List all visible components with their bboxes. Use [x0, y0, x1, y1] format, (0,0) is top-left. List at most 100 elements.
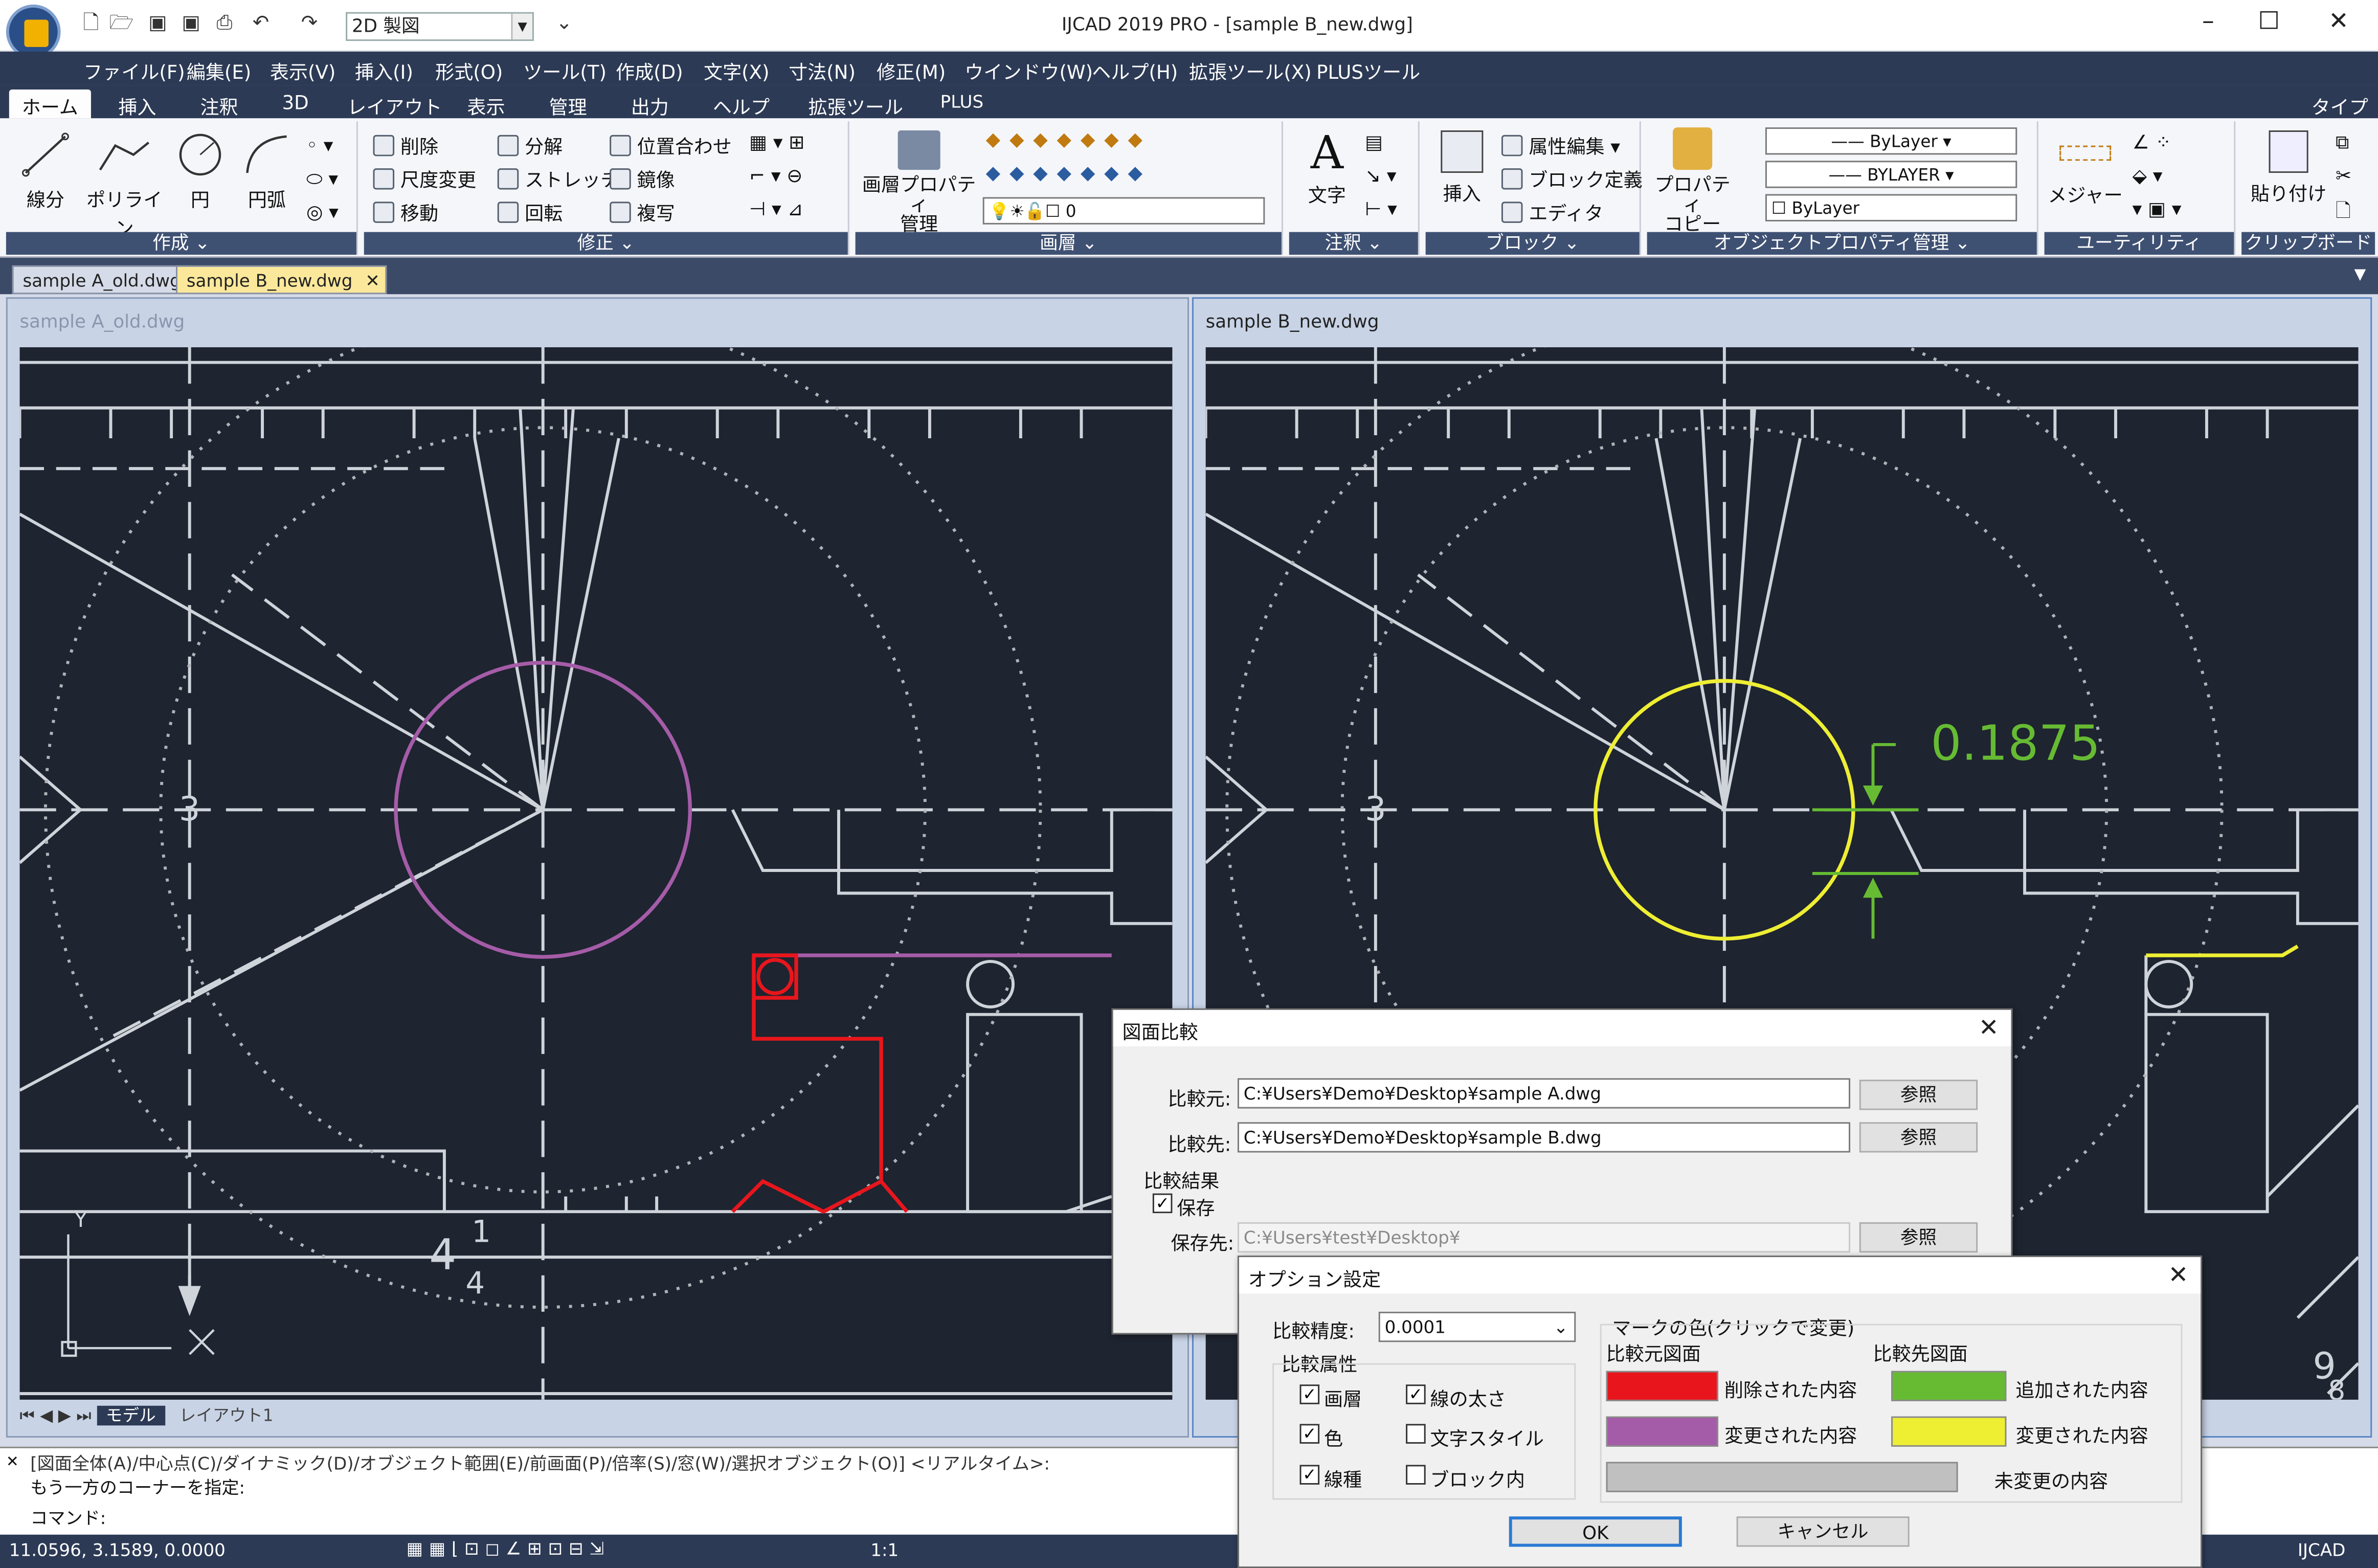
- tab-3d[interactable]: 3D: [273, 89, 318, 118]
- arc-button[interactable]: 円弧: [234, 130, 300, 212]
- align-button[interactable]: 位置合わせ: [610, 130, 732, 159]
- copy-button[interactable]: 複写: [610, 197, 675, 226]
- explode-button[interactable]: 分解: [497, 130, 563, 159]
- ribbon-type-toggle[interactable]: タイプ: [2302, 89, 2377, 118]
- open-icon[interactable]: 🗁: [109, 12, 134, 36]
- app-logo[interactable]: [6, 4, 61, 59]
- linetype-dropdown[interactable]: —— BYLAYER ▾: [1765, 161, 2017, 188]
- scale-button[interactable]: 尺度変更: [373, 164, 476, 192]
- circle-button[interactable]: 円: [170, 130, 231, 212]
- menu-edit[interactable]: 編集(E): [187, 56, 252, 85]
- block-define-button[interactable]: ブロック定義: [1501, 164, 1643, 192]
- erase-button[interactable]: 削除: [373, 130, 438, 159]
- unchanged-color-swatch[interactable]: [1606, 1462, 1958, 1492]
- changed-dst-color-swatch[interactable]: [1891, 1416, 2007, 1447]
- tab-view[interactable]: 表示: [458, 89, 514, 118]
- model-tab[interactable]: モデル: [96, 1406, 165, 1426]
- target-browse-button[interactable]: 参照: [1859, 1122, 1978, 1153]
- menu-draw[interactable]: 作成(D): [616, 56, 683, 85]
- menu-window[interactable]: ウインドウ(W): [964, 56, 1093, 85]
- command-close-icon[interactable]: ✕: [6, 1454, 19, 1471]
- precision-select[interactable]: 0.0001 ⌄: [1378, 1311, 1576, 1342]
- fillet-icon[interactable]: ⌐ ▾ ⊖: [749, 164, 802, 186]
- util-tools-row3[interactable]: ▾ ▣ ▾: [2133, 197, 2182, 219]
- undo-icon[interactable]: ↶: [249, 12, 273, 36]
- minimize-button[interactable]: –: [2178, 6, 2239, 35]
- target-path-input[interactable]: C:¥Users¥Demo¥Desktop¥sample B.dwg: [1237, 1122, 1851, 1153]
- close-tab-icon[interactable]: ✕: [365, 270, 380, 292]
- new-icon[interactable]: 🗋: [79, 12, 103, 36]
- color-dropdown[interactable]: —— ByLayer ▾: [1765, 127, 2017, 155]
- save-icon[interactable]: ▣: [146, 12, 170, 36]
- deleted-color-swatch[interactable]: [1606, 1371, 1719, 1401]
- trim-icon[interactable]: ⊣ ▾ ⊿: [749, 197, 803, 219]
- save-dest-input[interactable]: C:¥Users¥test¥Desktop¥: [1237, 1222, 1851, 1253]
- added-color-swatch[interactable]: [1891, 1371, 2007, 1401]
- tab-help[interactable]: ヘルプ: [704, 89, 779, 118]
- tab-annotate[interactable]: 注釈: [191, 89, 248, 118]
- source-browse-button[interactable]: 参照: [1859, 1080, 1978, 1110]
- util-tools-row1[interactable]: ∠ ⁘: [2133, 130, 2171, 153]
- menu-format[interactable]: 形式(O): [435, 56, 503, 85]
- tab-plus[interactable]: PLUS: [931, 89, 993, 118]
- rotate-button[interactable]: 回転: [497, 197, 563, 226]
- menu-dimension[interactable]: 寸法(N): [789, 56, 856, 85]
- tab-layout[interactable]: レイアウト: [338, 89, 451, 118]
- layer-properties-button[interactable]: 画層プロパティ 管理: [859, 130, 980, 234]
- source-path-input[interactable]: C:¥Users¥Demo¥Desktop¥sample A.dwg: [1237, 1078, 1851, 1109]
- nav-arrows-icon[interactable]: ⏮ ◀ ▶ ⏭: [20, 1406, 92, 1426]
- stretch-button[interactable]: ストレッチ: [497, 164, 619, 192]
- util-tools-row2[interactable]: ⬙ ▾: [2133, 164, 2163, 186]
- redo-icon[interactable]: ↷: [297, 12, 321, 36]
- dimension-text[interactable]: 0.1875: [1931, 715, 2100, 772]
- menu-plus-tools[interactable]: PLUSツール: [1316, 56, 1420, 85]
- paste-button[interactable]: 貼り付け: [2245, 130, 2332, 206]
- measure-button[interactable]: メジャー: [2048, 130, 2123, 208]
- tab-ext-tools[interactable]: 拡張ツール: [799, 89, 912, 118]
- menu-modify[interactable]: 修正(M): [877, 56, 946, 85]
- menu-help[interactable]: ヘルプ(H): [1092, 56, 1178, 85]
- layer-tools-row1[interactable]: ◆◆◆◆◆◆◆: [986, 127, 1152, 150]
- doc-tab-b[interactable]: sample B_new.dwg ✕: [176, 265, 388, 295]
- tab-manage[interactable]: 管理: [540, 89, 596, 118]
- menu-view[interactable]: 表示(V): [270, 56, 335, 85]
- dim-icon[interactable]: ⊢ ▾: [1365, 197, 1397, 219]
- hatch-icon[interactable]: ◎ ▾: [306, 200, 339, 222]
- maximize-button[interactable]: ☐: [2238, 6, 2299, 35]
- layer-dropdown[interactable]: 💡☀🔓☐ 0: [982, 197, 1265, 225]
- print-icon[interactable]: ⎙: [212, 12, 236, 36]
- layout1-tab[interactable]: レイアウト1: [170, 1406, 282, 1426]
- line-button[interactable]: 線分: [15, 130, 76, 212]
- options-close-icon[interactable]: ✕: [2168, 1260, 2189, 1289]
- workspace-select[interactable]: 2D 製図 ▼: [346, 12, 534, 41]
- cut-icon[interactable]: ✂: [2336, 164, 2351, 186]
- menu-file[interactable]: ファイル(F): [83, 56, 185, 85]
- menu-ext-tools[interactable]: 拡張ツール(X): [1189, 56, 1312, 85]
- doc-tab-a[interactable]: sample A_old.dwg: [12, 265, 192, 295]
- menu-insert[interactable]: 挿入(I): [355, 56, 413, 85]
- drafting-toggles[interactable]: ▦▦⌊⊡◻∠⊞⊡⊟⇲: [407, 1538, 610, 1559]
- insert-block-button[interactable]: 挿入: [1432, 130, 1493, 206]
- table-icon[interactable]: ▤: [1365, 130, 1383, 153]
- menu-text[interactable]: 文字(X): [704, 56, 769, 85]
- ellipse-icon[interactable]: ⬭ ▾: [306, 167, 338, 191]
- mirror-button[interactable]: 鏡像: [610, 164, 675, 192]
- annotation-scale[interactable]: 1:1: [870, 1539, 899, 1561]
- tab-home[interactable]: ホーム: [9, 89, 91, 119]
- tab-output[interactable]: 出力: [622, 89, 678, 118]
- match-properties-button[interactable]: プロパティ コピー: [1650, 127, 1735, 234]
- ok-button[interactable]: OK: [1509, 1516, 1682, 1547]
- text-button[interactable]: A 文字: [1295, 130, 1359, 208]
- close-window-button[interactable]: ✕: [2308, 6, 2369, 35]
- attr-inblock-checkbox[interactable]: [1406, 1465, 1426, 1485]
- tab-insert[interactable]: 挿入: [109, 89, 166, 118]
- save-checkbox[interactable]: ✓: [1152, 1193, 1173, 1214]
- point-icon[interactable]: ◦ ▾: [306, 133, 333, 156]
- canvas-left[interactable]: 3 4 1 4 Y: [19, 347, 1173, 1400]
- array-icon[interactable]: ▦ ▾ ⊞: [749, 130, 804, 153]
- leader-icon[interactable]: ↘ ▾: [1365, 164, 1396, 186]
- changed-src-color-swatch[interactable]: [1606, 1416, 1719, 1447]
- compare-close-icon[interactable]: ✕: [1979, 1013, 1999, 1042]
- menu-tools[interactable]: ツール(T): [523, 56, 607, 85]
- save-as-icon[interactable]: ▣: [179, 12, 203, 36]
